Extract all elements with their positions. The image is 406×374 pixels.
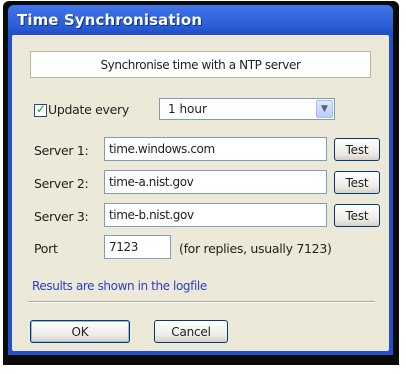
info-text: Synchronise time with a NTP server — [100, 57, 301, 72]
server-2-label: Server 2: — [34, 176, 89, 191]
server-1-input[interactable]: time.windows.com — [104, 137, 327, 161]
server-2-input[interactable]: time-a.nist.gov — [104, 170, 327, 194]
ok-button[interactable]: OK — [30, 320, 130, 343]
title-bar[interactable]: Time Synchronisation — [8, 5, 393, 34]
dialog-window: Time Synchronisation Synchronise time wi… — [8, 5, 393, 355]
test-server-2-button[interactable]: Test — [334, 171, 380, 194]
check-icon: ✓ — [36, 102, 47, 116]
port-hint: (for replies, usually 7123) — [179, 241, 332, 256]
chevron-down-icon[interactable]: ▼ — [316, 100, 333, 118]
logfile-link[interactable]: Results are shown in the logfile — [32, 279, 207, 293]
interval-select[interactable]: 1 hour ▼ — [159, 98, 335, 120]
cancel-button[interactable]: Cancel — [154, 320, 228, 343]
update-label: Update every — [48, 102, 129, 117]
port-label: Port — [34, 241, 58, 256]
dialog-body: Synchronise time with a NTP server ✓ Upd… — [12, 35, 389, 351]
window-title: Time Synchronisation — [17, 11, 203, 29]
test-server-3-button[interactable]: Test — [334, 204, 380, 227]
server-1-label: Server 1: — [34, 143, 89, 158]
info-banner: Synchronise time with a NTP server — [30, 51, 371, 78]
server-3-label: Server 3: — [34, 209, 89, 224]
update-checkbox[interactable]: ✓ — [34, 102, 47, 117]
divider — [28, 301, 375, 303]
test-server-1-button[interactable]: Test — [334, 138, 380, 161]
interval-value: 1 hour — [168, 102, 207, 116]
server-3-input[interactable]: time-b.nist.gov — [104, 203, 327, 227]
port-input[interactable]: 7123 — [104, 235, 171, 259]
window-shadow: Time Synchronisation Synchronise time wi… — [3, 1, 399, 365]
